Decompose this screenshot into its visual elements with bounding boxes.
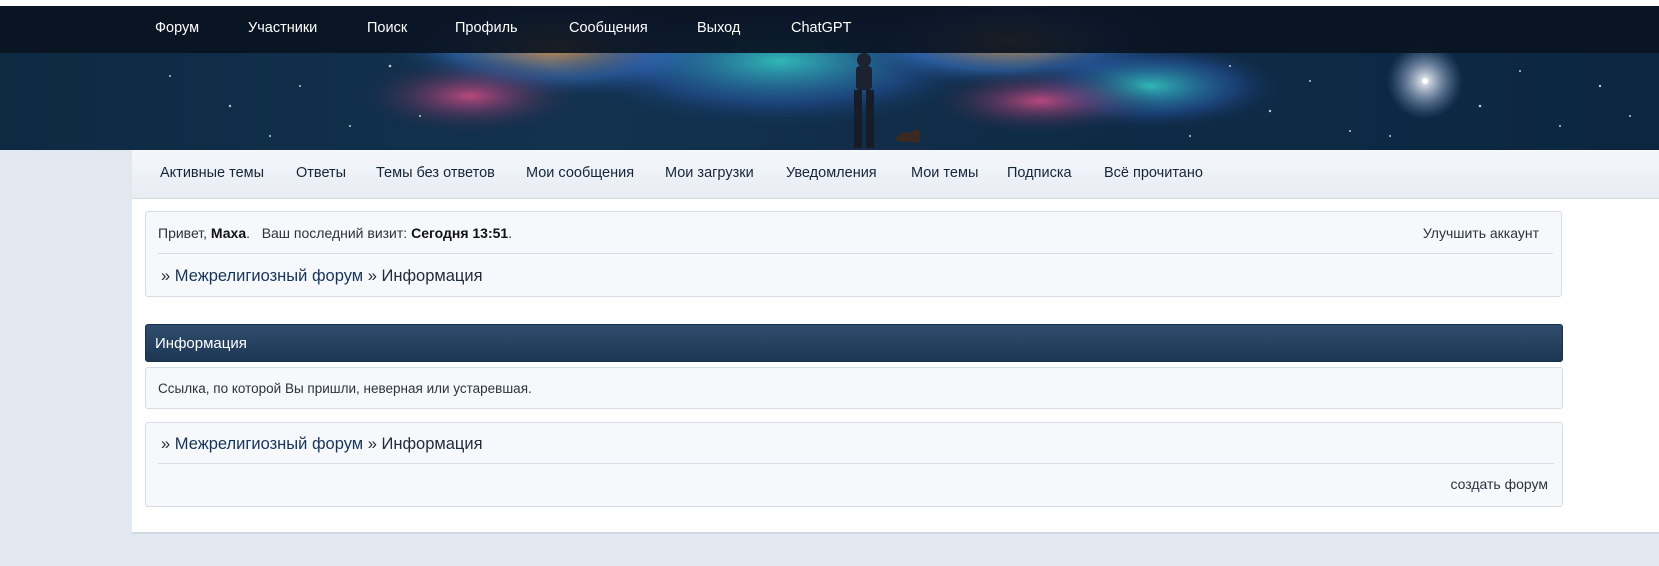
breadcrumb-forum-link[interactable]: Межрелигиозный форум [175,435,363,453]
footer-divider [158,463,1554,464]
welcome-line: Привет, Маха. Ваш последний визит: Сегод… [158,225,512,241]
breadcrumb-bottom: » Межрелигиозный форум » Информация [161,435,483,454]
subnav-notifications[interactable]: Уведомления [786,165,877,181]
info-message: Ссылка, по которой Вы пришли, неверная и… [158,381,532,396]
last-visit-label: Ваш последний визит: [261,225,408,241]
info-section-header: Информация [145,324,1563,362]
nav-profile[interactable]: Профиль [455,20,518,36]
subnav-subscription[interactable]: Подписка [1007,165,1072,181]
subnav-my-posts[interactable]: Мои сообщения [526,165,634,181]
nav-search[interactable]: Поиск [367,20,407,36]
subnav-my-uploads[interactable]: Мои загрузки [665,165,754,181]
main-content: Привет, Маха. Ваш последний визит: Сегод… [132,199,1659,534]
forum-header-banner: Форум Участники Поиск Профиль Сообщения … [0,6,1659,150]
subnav-unanswered-topics[interactable]: Темы без ответов [376,165,495,181]
greeting-text: Привет, [158,225,208,241]
breadcrumb-separator: » [367,435,377,453]
nav-members[interactable]: Участники [248,20,317,36]
breadcrumb-separator: » [367,267,377,285]
nav-logout[interactable]: Выход [697,20,740,36]
nav-forum[interactable]: Форум [155,20,199,36]
footer-panel: » Межрелигиозный форум » Информация созд… [145,422,1563,507]
nav-messages[interactable]: Сообщения [569,20,648,36]
subnav-replies[interactable]: Ответы [296,165,346,181]
welcome-panel: Привет, Маха. Ваш последний визит: Сегод… [145,211,1562,297]
last-visit-value: Сегодня 13:51 [411,225,509,241]
breadcrumb-prefix: » [161,267,171,285]
username[interactable]: Маха [211,225,246,241]
sub-navigation: Активные темы Ответы Темы без ответов Мо… [132,150,1659,199]
subnav-my-topics[interactable]: Мои темы [911,165,978,181]
last-visit-period: . [508,225,513,241]
top-navigation: Форум Участники Поиск Профиль Сообщения … [0,6,1659,53]
create-forum-link[interactable]: создать форум [1450,476,1548,492]
info-title: Информация [155,335,247,352]
breadcrumb-prefix: » [161,435,171,453]
breadcrumb-forum-link[interactable]: Межрелигиозный форум [175,267,363,285]
breadcrumb-top: » Межрелигиозный форум » Информация [161,267,483,286]
breadcrumb-current: Информация [381,267,483,285]
subnav-mark-all-read[interactable]: Всё прочитано [1104,165,1203,181]
subnav-active-topics[interactable]: Активные темы [160,165,264,181]
greeting-period: . [246,225,251,241]
breadcrumb-current: Информация [381,435,483,453]
upgrade-account-link[interactable]: Улучшить аккаунт [1423,225,1539,241]
nav-chatgpt[interactable]: ChatGPT [791,20,851,36]
info-message-panel: Ссылка, по которой Вы пришли, неверная и… [145,367,1563,409]
welcome-divider [158,253,1553,254]
